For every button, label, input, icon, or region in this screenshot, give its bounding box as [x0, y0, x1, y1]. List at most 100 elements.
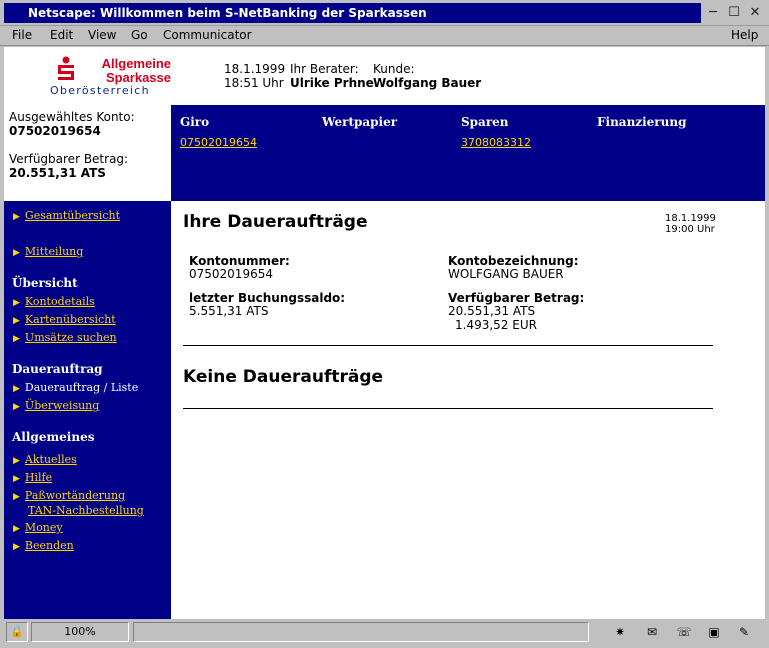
- giro-account-link[interactable]: 07502019654: [180, 136, 257, 149]
- arrow-icon: ▶: [13, 298, 20, 308]
- arrow-icon: ▶: [13, 474, 20, 484]
- zoom-level: 100%: [31, 622, 129, 642]
- arrow-icon: ▶: [13, 248, 20, 258]
- sidebar-section-uebersicht: Übersicht: [12, 276, 78, 290]
- tab-sparen[interactable]: Sparen: [461, 115, 509, 129]
- selected-account-label: Ausgewähltes Konto:: [9, 110, 135, 124]
- sidebar-link-label[interactable]: Hilfe: [25, 471, 52, 484]
- advisor-name: Ulrike Prhne: [290, 76, 374, 90]
- minimize-button[interactable]: ─: [703, 4, 723, 22]
- sidebar-item-money[interactable]: ▶ Money: [13, 521, 63, 536]
- sparkasse-logo-icon: [58, 56, 74, 80]
- kontonummer-label: Kontonummer:: [189, 254, 290, 268]
- security-lock-icon[interactable]: 🔒: [6, 622, 28, 642]
- window-title: Netscape: Willkommen beim S-NetBanking d…: [4, 3, 701, 23]
- sidebar-link-label[interactable]: Umsätze suchen: [25, 331, 117, 344]
- customer-block: Kunde: Wolfgang Bauer: [373, 62, 481, 90]
- product-navigation: Giro Wertpapier Sparen Finanzierung 0750…: [171, 105, 765, 201]
- header-time: 18:51 Uhr: [224, 76, 284, 90]
- arrow-icon: ▶: [13, 542, 20, 552]
- sidebar-item-gesamtuebersicht[interactable]: ▶ Gesamtübersicht: [13, 209, 120, 224]
- sidebar-link-label[interactable]: Beenden: [25, 539, 74, 552]
- sparen-account-link[interactable]: 3708083312: [461, 136, 531, 149]
- menu-go[interactable]: Go: [131, 28, 148, 42]
- sidebar-link-label[interactable]: Gesamtübersicht: [25, 209, 120, 222]
- divider: [183, 408, 713, 409]
- menu-view[interactable]: View: [88, 28, 116, 42]
- status-bar: 🔒 100% ✷ ✉ ☏ ▣ ✎: [0, 619, 769, 648]
- content-time: 19:00 Uhr: [665, 224, 715, 235]
- sidebar-item-ueberweisung[interactable]: ▶ Überweisung: [13, 399, 99, 414]
- verfuegbar-label: Verfügbarer Betrag:: [448, 291, 585, 305]
- window-titlebar: ✦ Netscape: Willkommen beim S-NetBanking…: [0, 0, 769, 26]
- sidebar-item-aktuelles[interactable]: ▶ Aktuelles: [13, 453, 77, 468]
- arrow-icon: ▶: [13, 316, 20, 326]
- bank-name-line2: Sparkasse: [105, 70, 171, 85]
- composer-icon[interactable]: ▣: [704, 623, 724, 641]
- customer-label: Kunde:: [373, 62, 415, 76]
- kontobezeichnung-label: Kontobezeichnung:: [448, 254, 579, 268]
- header-date-block: 18.1.1999 18:51 Uhr: [224, 62, 285, 90]
- verfuegbar-eur: 1.493,52 EUR: [455, 318, 537, 332]
- sidebar-current-label: Dauerauftrag / Liste: [24, 381, 139, 394]
- menu-bar: File Edit View Go Communicator Help: [0, 26, 769, 46]
- sidebar-link-label[interactable]: Kartenübersicht: [25, 313, 116, 326]
- discussions-icon[interactable]: ☏: [674, 623, 694, 641]
- sidebar-item-mitteilung[interactable]: ▶ Mitteilung: [13, 245, 83, 260]
- close-button[interactable]: ✕: [745, 4, 765, 22]
- sidebar-item-hilfe[interactable]: ▶ Hilfe: [13, 471, 52, 486]
- arrow-icon: ▶: [13, 334, 20, 344]
- advisor-label: Ihr Berater:: [290, 62, 359, 76]
- arrow-icon: ▶: [13, 456, 20, 466]
- tab-finanzierung[interactable]: Finanzierung: [597, 115, 686, 129]
- page-title: Ihre Daueraufträge: [183, 212, 368, 232]
- sidebar-section-dauerauftrag: Dauerauftrag: [12, 362, 103, 376]
- sidebar-item-beenden[interactable]: ▶ Beenden: [13, 539, 74, 554]
- sidebar-link-label[interactable]: TAN-Nachbestellung: [28, 504, 144, 517]
- sidebar-link-label[interactable]: Aktuelles: [25, 453, 77, 466]
- main-content: Ihre Daueraufträge 18.1.1999 19:00 Uhr K…: [171, 201, 765, 619]
- arrow-icon: ▶: [13, 212, 20, 222]
- sidebar-link-label[interactable]: Überweisung: [25, 399, 99, 412]
- sidebar-item-passwort[interactable]: ▶ Paßwortänderung TAN-Nachbestellung: [13, 489, 144, 517]
- customer-name: Wolfgang Bauer: [373, 76, 482, 90]
- menu-communicator[interactable]: Communicator: [163, 28, 252, 42]
- sidebar-item-umsaetze[interactable]: ▶ Umsätze suchen: [13, 331, 117, 346]
- sidebar-link-label[interactable]: Money: [25, 521, 63, 534]
- header-date: 18.1.1999: [224, 62, 286, 76]
- advisor-block: Ihr Berater: Ulrike Prhne: [290, 62, 374, 90]
- sidebar-item-kontodetails[interactable]: ▶ Kontodetails: [13, 295, 95, 310]
- bank-region: Oberösterreich: [50, 84, 150, 97]
- sidebar-link-label[interactable]: Kontodetails: [25, 295, 95, 308]
- arrow-icon: ▶: [13, 384, 20, 394]
- arrow-icon: ▶: [13, 492, 20, 502]
- buchungssaldo-label: letzter Buchungssaldo:: [189, 291, 346, 305]
- menu-file[interactable]: File: [12, 28, 32, 42]
- buchungssaldo-value: 5.551,31 ATS: [189, 304, 269, 318]
- empty-state-message: Keine Daueraufträge: [183, 367, 384, 387]
- divider: [183, 345, 713, 346]
- menu-edit[interactable]: Edit: [50, 28, 73, 42]
- navigator-icon[interactable]: ✷: [610, 623, 630, 641]
- available-amount-label: Verfügbarer Betrag:: [9, 152, 129, 166]
- mail-icon[interactable]: ✉: [642, 623, 662, 641]
- content-date: 18.1.1999: [665, 213, 716, 224]
- selected-account-box: Ausgewähltes Konto: 07502019654 Verfügba…: [4, 105, 171, 201]
- arrow-icon: ▶: [13, 524, 20, 534]
- tab-wertpapier[interactable]: Wertpapier: [322, 115, 397, 129]
- sidebar-item-kartenuebersicht[interactable]: ▶ Kartenübersicht: [13, 313, 116, 328]
- sidebar-link-label[interactable]: Mitteilung: [25, 245, 83, 258]
- sidebar-item-dauerauftrag-liste: ▶ Dauerauftrag / Liste: [13, 381, 138, 396]
- available-amount-value: 20.551,31 ATS: [9, 166, 106, 180]
- verfuegbar-ats: 20.551,31 ATS: [448, 304, 536, 318]
- sidebar-navigation: ▶ Gesamtübersicht ▶ Mitteilung Übersicht ▶…: [4, 201, 171, 619]
- sidebar-link-label[interactable]: Paßwortänderung: [25, 489, 125, 502]
- menu-help[interactable]: Help: [731, 28, 758, 42]
- browser-viewport: Allgemeine Sparkasse Oberösterreich 18.1…: [4, 47, 765, 619]
- maximize-button[interactable]: ☐: [724, 4, 744, 22]
- sidebar-section-allgemeines: Allgemeines: [12, 430, 95, 444]
- arrow-icon: ▶: [13, 402, 20, 412]
- tab-giro[interactable]: Giro: [180, 115, 209, 129]
- edit-icon[interactable]: ✎: [734, 623, 754, 641]
- status-message: [133, 622, 589, 642]
